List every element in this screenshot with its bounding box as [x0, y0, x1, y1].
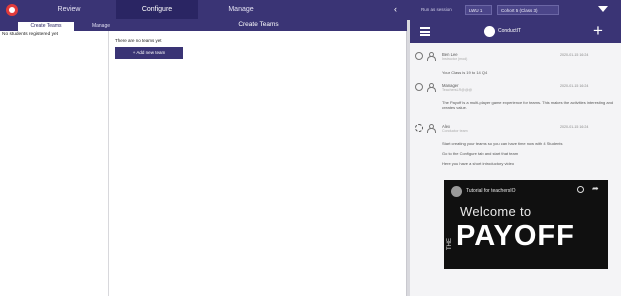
message-text: Your Class is 19 to 14 Q4	[442, 70, 488, 75]
settings-icon[interactable]	[415, 83, 423, 91]
tab-manage[interactable]: Manage	[200, 0, 282, 20]
session-select[interactable]: LWU 1	[465, 5, 492, 15]
video-the-text: THE	[447, 238, 453, 250]
message-role: Instructor (mod)	[442, 57, 468, 61]
message-text: Here you have a short introductory video	[442, 161, 515, 166]
brand-icon	[484, 26, 495, 37]
user-icon	[427, 83, 436, 92]
brand-logo: ConductIT	[484, 26, 546, 37]
message-text: Go to the Configure tab and start that t…	[442, 151, 519, 156]
message-role: TeachersLR@@@	[442, 88, 473, 92]
message-text: The Payoff is a multi-player game experi…	[442, 100, 614, 110]
create-teams-title: Create Teams	[110, 19, 407, 30]
message-role: Conductor team	[442, 129, 468, 133]
video-title[interactable]: Tutorial for teachersIO	[466, 188, 516, 194]
brand-name: ConductIT	[498, 28, 522, 34]
collapse-panel-icon[interactable]: ‹	[394, 4, 397, 14]
configure-panel: No students registered yet	[0, 31, 407, 296]
watch-later-icon[interactable]	[577, 186, 584, 193]
tab-review[interactable]: Review	[30, 0, 108, 20]
app-logo-icon	[6, 4, 18, 16]
group-select[interactable]: Cohort 5 (Class 3)	[497, 5, 559, 15]
video-welcome-text: Welcome to	[460, 204, 532, 219]
message-time: 2020-01-15 16:24	[560, 53, 589, 57]
settings-icon[interactable]	[415, 124, 423, 132]
video-brand-text: PAYOFF	[456, 220, 575, 252]
add-team-button[interactable]: + Add new team	[115, 47, 183, 59]
tab-create-teams[interactable]: Create Teams	[18, 22, 74, 31]
chat-header: ConductIT +	[410, 20, 621, 43]
top-bar: Review Configure Manage ‹ Run as session…	[0, 0, 621, 20]
share-icon[interactable]: ➦	[592, 185, 599, 193]
no-teams-text: There are no teams yet	[115, 38, 162, 43]
message-time: 2020-01-15 16:24	[560, 125, 589, 129]
tab-configure[interactable]: Configure	[116, 0, 198, 20]
session-selector-label: Run as session	[421, 7, 452, 12]
user-icon	[427, 52, 436, 61]
students-empty-text: No students registered yet	[2, 32, 58, 37]
add-icon[interactable]: +	[593, 21, 603, 41]
students-list: No students registered yet	[0, 31, 109, 296]
message-time: 2020-01-15 16:24	[560, 84, 589, 88]
menu-icon[interactable]	[420, 27, 430, 36]
channel-avatar	[451, 186, 462, 197]
chevron-down-icon[interactable]	[598, 6, 608, 12]
message-text: Start creating your teams so you can hav…	[442, 141, 563, 146]
settings-icon[interactable]	[415, 52, 423, 60]
user-icon	[427, 124, 436, 133]
tutorial-video[interactable]: Tutorial for teachersIO ➦ Welcome to THE…	[444, 180, 608, 269]
